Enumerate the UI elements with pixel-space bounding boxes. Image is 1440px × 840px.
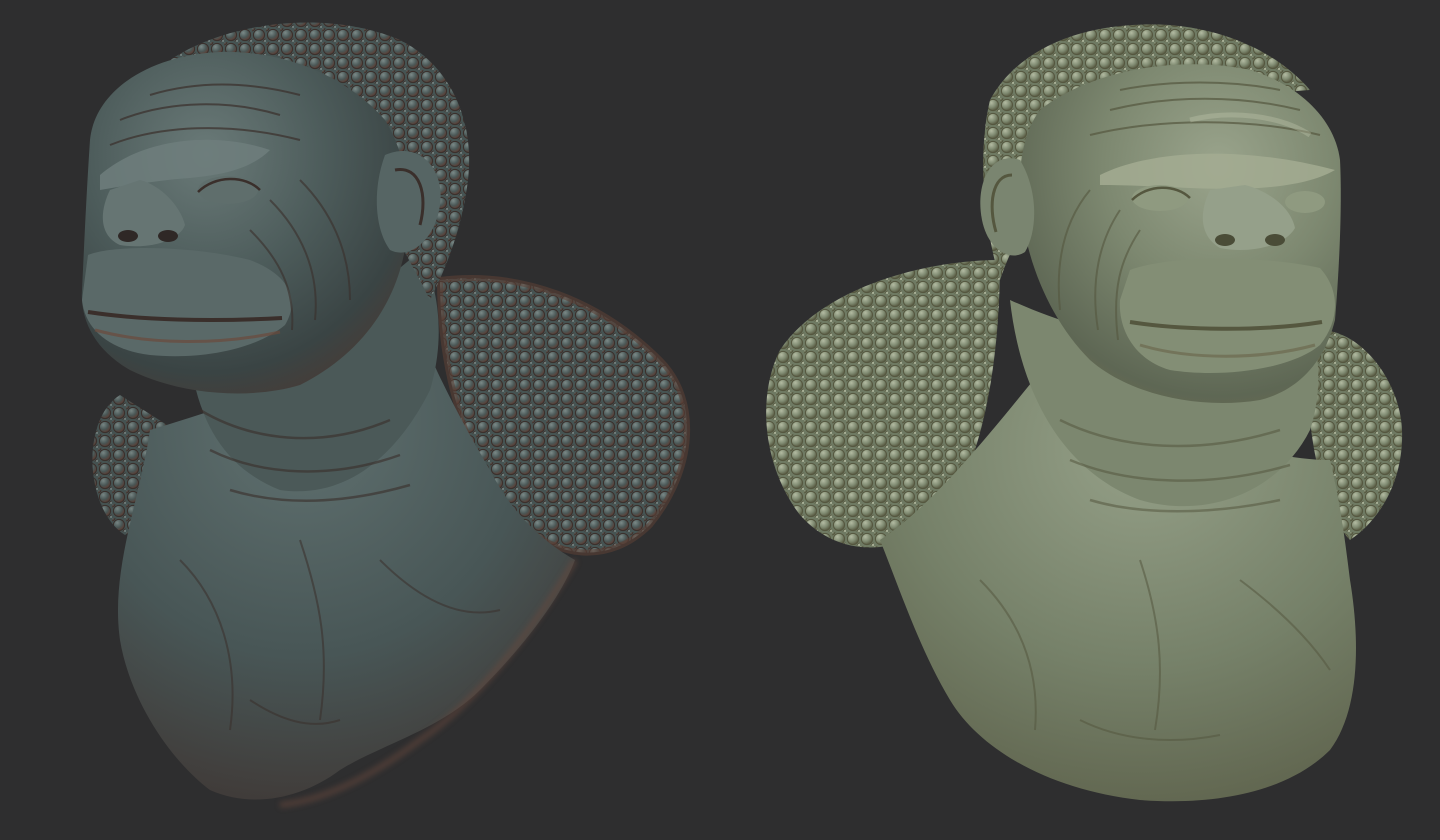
bust-render-dark-material — [0, 0, 720, 840]
ear — [980, 158, 1035, 256]
eye — [1285, 191, 1325, 213]
bust-render-light-material — [720, 0, 1440, 840]
render-viewport — [0, 0, 1440, 840]
sculpt-bust-dark — [81, 22, 691, 808]
sculpt-bust-light — [766, 24, 1403, 802]
